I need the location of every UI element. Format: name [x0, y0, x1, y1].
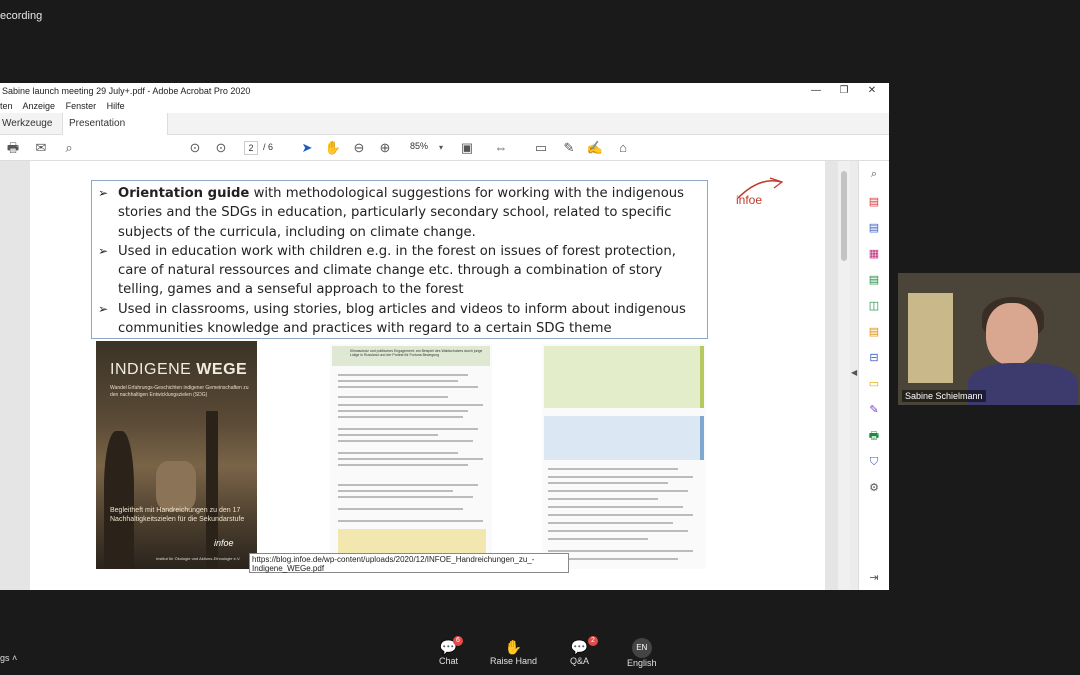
slide-textbox: ➢ Orientation guide with methodological …: [91, 180, 708, 339]
email-icon[interactable]: ✉: [32, 139, 50, 157]
minimize-button[interactable]: —: [802, 83, 830, 99]
tab-document[interactable]: Presentation Sabin... ×: [62, 113, 168, 151]
bullet-item: ➢ Used in classrooms, using stories, blo…: [98, 300, 699, 339]
bullet-text: Used in education work with children e.g…: [118, 243, 676, 298]
sign-panel-icon[interactable]: ✎: [867, 403, 881, 417]
menu-item[interactable]: ten: [0, 101, 13, 111]
raise-hand-button[interactable]: ✋ Raise Hand: [490, 638, 537, 666]
document-page-thumbnail[interactable]: [542, 344, 706, 569]
fit-page-icon[interactable]: ▣: [458, 139, 476, 157]
vertical-scrollbar[interactable]: [838, 161, 850, 590]
expand-panel-icon[interactable]: ⇥: [867, 571, 881, 585]
language-code: EN: [631, 638, 652, 658]
cover-title: INDIGENE WEGE: [110, 361, 248, 378]
language-button[interactable]: EN English: [627, 638, 657, 668]
link-tooltip: https://blog.infoe.de/wp-content/uploads…: [249, 553, 569, 573]
doc-heading-box: Klimaschutz und politisches Engagement: …: [332, 346, 490, 366]
search-icon[interactable]: ⌕: [60, 139, 78, 157]
comment-panel-icon[interactable]: ▭: [867, 377, 881, 391]
menu-window[interactable]: Fenster: [66, 101, 97, 111]
settings-button[interactable]: gs ˄: [0, 653, 17, 663]
zoom-search-icon[interactable]: ⌕: [867, 167, 881, 181]
window-title: Sabine launch meeting 29 July+.pdf - Ado…: [0, 83, 889, 99]
close-window-button[interactable]: ✕: [858, 83, 886, 99]
cover-org: Institut für Ökologie und Aktions-Ethnol…: [156, 556, 241, 561]
chevron-up-icon: ˄: [12, 653, 18, 663]
participant-name: Sabine Schielmann: [902, 390, 986, 402]
more-tools-icon[interactable]: ⚙: [867, 481, 881, 495]
tab-tools[interactable]: Werkzeuge: [0, 113, 58, 135]
create-pdf-icon[interactable]: ▤: [867, 221, 881, 235]
qa-label: Q&A: [570, 656, 590, 666]
menu-bar: ten Anzeige Fenster Hilfe: [0, 99, 889, 113]
stamp-icon[interactable]: ⌂: [614, 139, 632, 157]
document-page-thumbnail[interactable]: Klimaschutz und politisches Engagement: …: [330, 344, 492, 569]
print-icon[interactable]: 🖶: [4, 139, 22, 157]
sign-icon[interactable]: ✍: [586, 139, 604, 157]
bullet-text: Used in classrooms, using stories, blog …: [118, 301, 686, 337]
chat-button[interactable]: 💬 6 Chat: [439, 636, 463, 666]
protect-icon[interactable]: ⛉: [867, 455, 881, 469]
qa-icon: 💬: [570, 639, 589, 655]
tools-panel: ⌕ ▤ ▤ ▦ ▤ ◫ ▤ ⊟ ▭ ✎ 🖶 ⛉ ⚙ ⇥: [858, 161, 889, 590]
maximize-button[interactable]: ❐: [830, 83, 858, 99]
recording-indicator: ecording: [0, 10, 43, 22]
svg-text:infoe: infoe: [736, 193, 762, 207]
bullet-item: ➢ Orientation guide with methodological …: [98, 184, 699, 242]
infoe-logo: infoe: [736, 177, 784, 207]
chat-label: Chat: [439, 656, 459, 666]
cover-footer: Begleitheft mit Handreichungen zu den 17…: [110, 507, 245, 523]
video-background-window: [908, 293, 953, 383]
participant-video[interactable]: Sabine Schielmann: [898, 273, 1080, 405]
print-production-icon[interactable]: 🖶: [867, 429, 881, 443]
qa-badge: 2: [588, 636, 598, 646]
chat-badge: 6: [453, 636, 463, 646]
cover-subtitle: Wandel Erfahrungs-Geschichten indigener …: [110, 385, 249, 398]
raise-hand-label: Raise Hand: [490, 656, 538, 666]
comment-icon[interactable]: ▭: [532, 139, 550, 157]
toolbar: 🖶 ✉ ⌕ ⊙ ⊙ 2 / 6 ➤ ✋ ⊖ ⊕ 85% ▾ ▣ ⇔ ▭ ✎ ✍ …: [0, 135, 889, 161]
zoom-in-icon[interactable]: ⊕: [376, 139, 394, 157]
menu-view[interactable]: Anzeige: [23, 101, 56, 111]
zoom-level-dropdown[interactable]: 85%: [410, 141, 428, 151]
select-cursor-icon[interactable]: ➤: [298, 139, 316, 157]
menu-help[interactable]: Hilfe: [107, 101, 125, 111]
export-pdf-icon[interactable]: ▤: [867, 195, 881, 209]
page-up-icon[interactable]: ⊙: [186, 139, 204, 157]
bullet-arrow-icon: ➢: [98, 301, 109, 316]
collapse-panel-icon[interactable]: ◀: [851, 368, 857, 377]
page-total: / 6: [263, 142, 274, 152]
brochure-cover-image[interactable]: INDIGENE WEGE Wandel Erfahrungs-Geschich…: [96, 341, 257, 569]
participant-face: [986, 303, 1038, 365]
bullet-item: ➢ Used in education work with children e…: [98, 242, 699, 300]
qa-button[interactable]: 💬 2 Q&A: [570, 636, 598, 666]
zoom-out-icon[interactable]: ⊖: [350, 139, 368, 157]
acrobat-window: Sabine launch meeting 29 July+.pdf - Ado…: [0, 83, 889, 590]
edit-pdf-icon[interactable]: ▤: [867, 273, 881, 287]
tab-bar: Werkzeuge Presentation Sabin... × ? Anme…: [0, 113, 889, 159]
bullet-arrow-icon: ➢: [98, 186, 109, 200]
zoom-toolbar: 💬 6 Chat ✋ Raise Hand 💬 2 Q&A EN English: [0, 630, 1080, 675]
doc-heading: Klimaschutz und politisches Engagement: …: [350, 349, 483, 357]
combine-files-icon[interactable]: ◫: [867, 299, 881, 313]
page-down-icon[interactable]: ⊙: [212, 139, 230, 157]
bullet-arrow-icon: ➢: [98, 243, 109, 258]
language-label: English: [627, 658, 657, 668]
cover-logo: infoe: [214, 538, 234, 548]
compress-icon[interactable]: ⊟: [867, 351, 881, 365]
hand-icon: ✋: [504, 639, 523, 655]
bullet-bold-text: Orientation guide: [118, 186, 250, 201]
chevron-down-icon[interactable]: ▾: [432, 139, 450, 157]
pen-icon[interactable]: ✎: [560, 139, 578, 157]
page-number-input[interactable]: 2: [244, 141, 258, 155]
hand-tool-icon[interactable]: ✋: [324, 139, 342, 157]
fill-sign-icon[interactable]: ▤: [867, 325, 881, 339]
pdf-page: ➢ Orientation guide with methodological …: [30, 161, 825, 590]
scrollbar-thumb[interactable]: [841, 171, 847, 261]
organize-pages-icon[interactable]: ▦: [867, 247, 881, 261]
read-mode-icon[interactable]: ⇔: [492, 139, 510, 157]
